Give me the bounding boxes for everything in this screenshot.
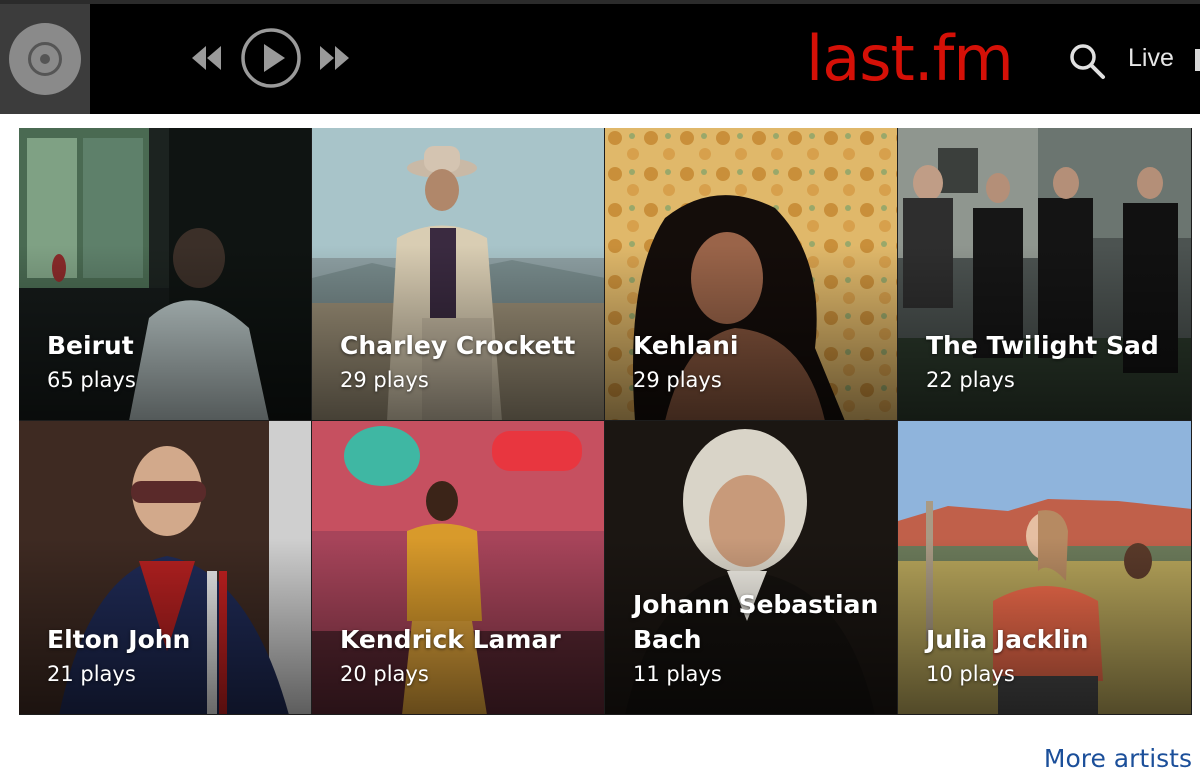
player-bar: last.fm Live (0, 0, 1200, 114)
top-artists-grid: Beirut 65 plays Charley Crockett 29 play… (19, 128, 1192, 715)
rewind-icon[interactable] (190, 45, 224, 71)
playback-controls (190, 26, 352, 90)
artist-name[interactable]: Johann Sebastian Bach (633, 587, 883, 657)
artist-name[interactable]: Kehlani (633, 328, 883, 363)
lastfm-logo[interactable]: last.fm (806, 24, 1014, 94)
artist-tile[interactable]: Beirut 65 plays (19, 128, 312, 421)
artist-tile[interactable]: Elton John 21 plays (19, 421, 312, 715)
artist-play-count: 65 plays (47, 368, 136, 392)
artist-name[interactable]: The Twilight Sad (926, 328, 1177, 363)
disc-icon (9, 23, 81, 95)
artist-play-count: 10 plays (926, 662, 1015, 686)
artist-play-count: 29 plays (633, 368, 722, 392)
artist-tile[interactable]: Kehlani 29 plays (605, 128, 898, 421)
artist-play-count: 11 plays (633, 662, 722, 686)
artist-play-count: 21 plays (47, 662, 136, 686)
play-icon[interactable] (240, 27, 302, 89)
artist-name[interactable]: Charley Crockett (340, 328, 590, 363)
artist-name[interactable]: Julia Jacklin (926, 622, 1177, 657)
more-artists-link[interactable]: More artists (1044, 744, 1192, 771)
artist-tile[interactable]: The Twilight Sad 22 plays (898, 128, 1192, 421)
artist-name[interactable]: Elton John (47, 622, 297, 657)
artist-name[interactable]: Beirut (47, 328, 297, 363)
artist-tile[interactable]: Kendrick Lamar 20 plays (312, 421, 605, 715)
now-playing-artwork[interactable] (0, 4, 90, 114)
search-icon[interactable] (1068, 42, 1106, 80)
artist-play-count: 22 plays (926, 368, 1015, 392)
artist-name[interactable]: Kendrick Lamar (340, 622, 590, 657)
artist-play-count: 29 plays (340, 368, 429, 392)
artist-play-count: 20 plays (340, 662, 429, 686)
nav-next-item-partial[interactable] (1195, 49, 1200, 71)
nav-live-link[interactable]: Live (1128, 44, 1174, 73)
artist-tile[interactable]: Julia Jacklin 10 plays (898, 421, 1192, 715)
fast-forward-icon[interactable] (318, 45, 352, 71)
artist-tile[interactable]: Johann Sebastian Bach 11 plays (605, 421, 898, 715)
artist-tile[interactable]: Charley Crockett 29 plays (312, 128, 605, 421)
